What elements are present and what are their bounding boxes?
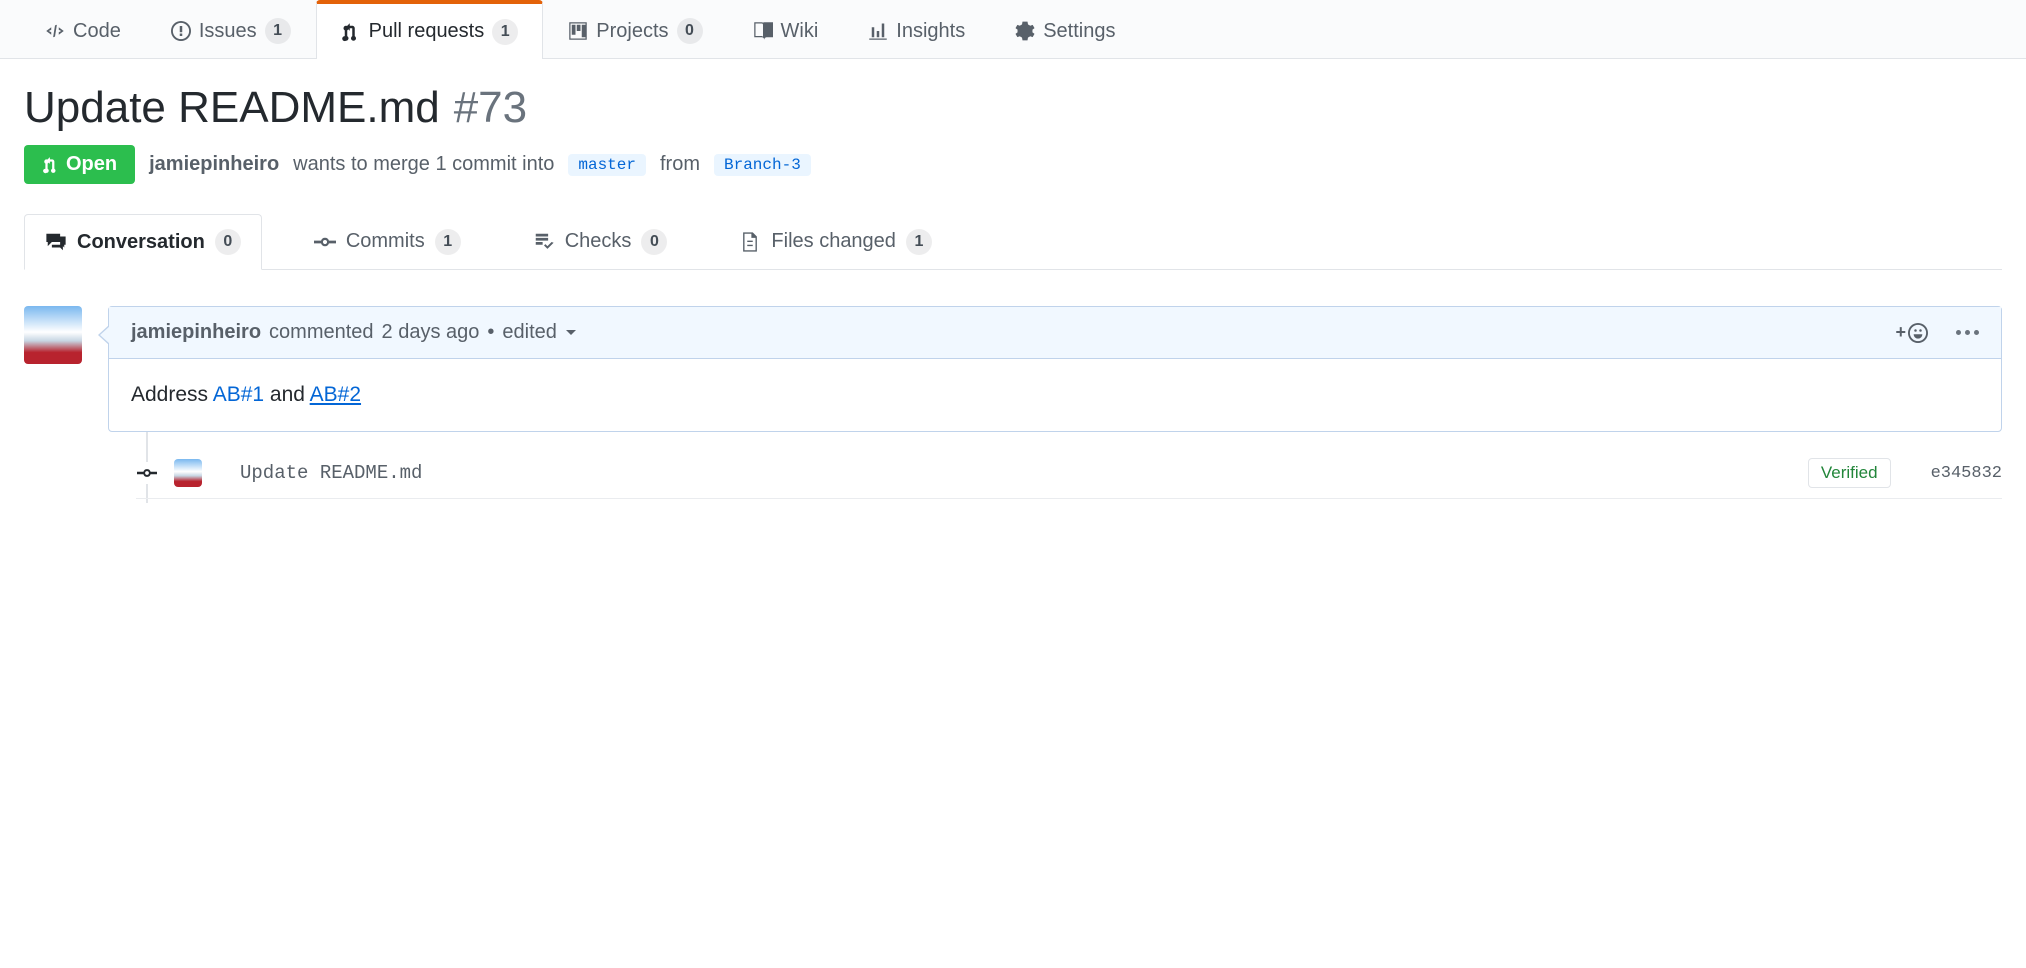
pr-author[interactable]: jamiepinheiro [149, 153, 279, 176]
conversation-count: 0 [215, 229, 241, 255]
file-diff-icon [739, 231, 761, 253]
tab-settings[interactable]: Settings [990, 0, 1140, 58]
smiley-icon [1908, 323, 1928, 343]
commit-message[interactable]: Update README.md [240, 462, 1792, 484]
tab-conversation[interactable]: Conversation 0 [24, 214, 262, 270]
timeline-line: Update README.md Verified e345832 [146, 432, 2002, 503]
commit-row: Update README.md Verified e345832 [136, 458, 2002, 499]
avatar[interactable] [174, 459, 202, 487]
tab-wiki-label: Wiki [781, 20, 819, 43]
tab-files-changed[interactable]: Files changed 1 [719, 214, 952, 269]
comment-verb: commented [269, 321, 374, 344]
tab-settings-label: Settings [1043, 20, 1115, 43]
tab-insights[interactable]: Insights [843, 0, 990, 58]
ab-link-2[interactable]: AB#2 [310, 383, 361, 406]
tab-issues-label: Issues [199, 20, 257, 43]
merge-text-1: wants to merge 1 commit into [293, 153, 554, 176]
comment-actions-menu[interactable] [1956, 330, 1979, 335]
verified-badge[interactable]: Verified [1808, 458, 1891, 488]
comment-header: jamiepinheiro commented 2 days ago • edi… [109, 307, 2001, 359]
tab-commits[interactable]: Commits 1 [294, 214, 481, 269]
git-commit-icon [136, 462, 158, 484]
ab-link-1[interactable]: AB#1 [213, 383, 264, 406]
pr-tabs: Conversation 0 Commits 1 Checks 0 Files … [24, 214, 2002, 270]
graph-icon [868, 21, 888, 41]
pr-title: Update README.md [24, 83, 440, 133]
merge-text-2: from [660, 153, 700, 176]
tab-insights-label: Insights [896, 20, 965, 43]
code-icon [45, 21, 65, 41]
tab-issues[interactable]: Issues 1 [146, 0, 316, 58]
tab-projects[interactable]: Projects 0 [543, 0, 727, 58]
project-icon [568, 21, 588, 41]
chevron-down-icon[interactable] [565, 327, 577, 339]
git-pull-request-icon [341, 22, 361, 42]
checklist-icon [533, 231, 555, 253]
git-commit-icon [314, 231, 336, 253]
tab-files-changed-label: Files changed [771, 230, 896, 253]
tab-code-label: Code [73, 20, 121, 43]
gear-icon [1015, 21, 1035, 41]
base-branch[interactable]: master [568, 154, 646, 176]
pr-number: #73 [454, 83, 527, 133]
tab-checks-label: Checks [565, 230, 632, 253]
comment-author[interactable]: jamiepinheiro [131, 321, 261, 344]
issue-opened-icon [171, 21, 191, 41]
tab-pull-requests[interactable]: Pull requests 1 [316, 0, 544, 59]
comment-time[interactable]: 2 days ago [382, 321, 480, 344]
comment-discussion-icon [45, 231, 67, 253]
commits-count: 1 [435, 229, 461, 255]
pr-state-badge: Open [24, 145, 135, 184]
pr-meta: Open jamiepinheiro wants to merge 1 comm… [24, 145, 2002, 184]
timeline: jamiepinheiro commented 2 days ago • edi… [24, 306, 2002, 503]
repo-nav: Code Issues 1 Pull requests 1 Projects 0… [0, 0, 2026, 59]
tab-checks[interactable]: Checks 0 [513, 214, 688, 269]
avatar[interactable] [24, 306, 82, 364]
files-count: 1 [906, 229, 932, 255]
tab-code[interactable]: Code [20, 0, 146, 58]
pr-state-label: Open [66, 153, 117, 176]
projects-count: 0 [677, 18, 703, 44]
checks-count: 0 [641, 229, 667, 255]
pr-title-row: Update README.md #73 [24, 83, 2002, 133]
tab-wiki[interactable]: Wiki [728, 0, 844, 58]
add-reaction-button[interactable]: + [1895, 322, 1928, 343]
pr-main: Update README.md #73 Open jamiepinheiro … [0, 59, 2026, 527]
pulls-count: 1 [492, 19, 518, 45]
body-prefix: Address [131, 383, 213, 406]
git-pull-request-icon [42, 156, 60, 174]
tab-commits-label: Commits [346, 230, 425, 253]
commit-sha[interactable]: e345832 [1931, 464, 2002, 483]
issues-count: 1 [265, 18, 291, 44]
tab-pull-requests-label: Pull requests [369, 20, 485, 43]
tab-projects-label: Projects [596, 20, 668, 43]
body-mid: and [264, 383, 310, 406]
comment-edited[interactable]: edited [502, 321, 557, 344]
tab-conversation-label: Conversation [77, 231, 205, 254]
head-branch[interactable]: Branch-3 [714, 154, 811, 176]
comment-body: Address AB#1 and AB#2 [109, 359, 2001, 431]
comment-box: jamiepinheiro commented 2 days ago • edi… [108, 306, 2002, 432]
book-icon [753, 21, 773, 41]
